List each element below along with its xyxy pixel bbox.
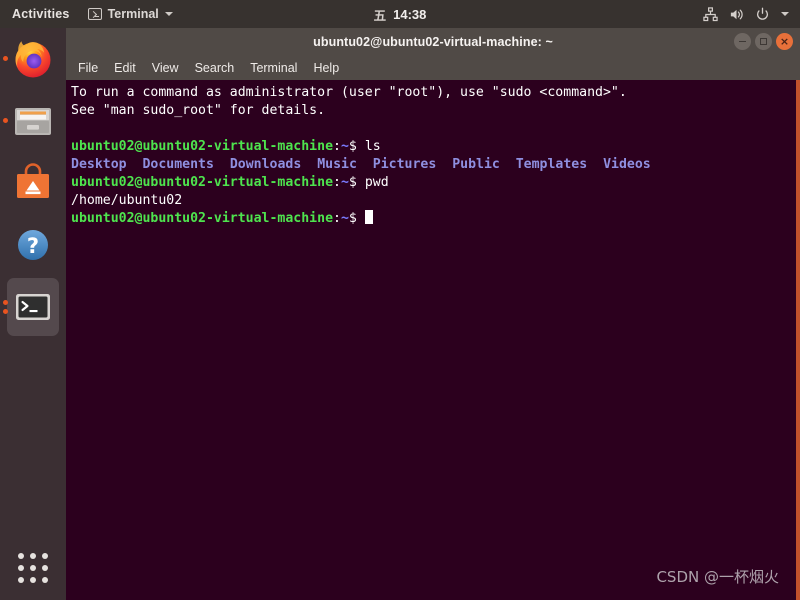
chevron-down-icon[interactable] bbox=[781, 12, 789, 16]
chevron-down-icon bbox=[164, 12, 173, 16]
files-icon bbox=[10, 98, 56, 144]
prompt-path: ~ bbox=[340, 139, 349, 154]
svg-text:?: ? bbox=[27, 234, 39, 258]
terminal-viewport[interactable]: To run a command as administrator (user … bbox=[66, 80, 800, 600]
menu-item-search[interactable]: Search bbox=[195, 61, 235, 75]
directory-entry: Public bbox=[452, 157, 500, 172]
watermark: CSDN @一杯烟火 bbox=[656, 568, 779, 586]
activities-button[interactable]: Activities bbox=[0, 0, 80, 28]
dock-item-files[interactable] bbox=[0, 90, 66, 152]
minimize-button[interactable] bbox=[734, 33, 751, 50]
directory-entry: Downloads bbox=[229, 157, 302, 172]
terminal-line: ubuntu02@ubuntu02-virtual-machine:~$ pwd bbox=[71, 175, 389, 190]
terminal-line: /home/ubuntu02 bbox=[71, 193, 183, 208]
ubuntu-software-icon bbox=[10, 160, 56, 206]
prompt-path: ~ bbox=[340, 211, 349, 226]
directory-entry: Pictures bbox=[372, 157, 437, 172]
clock-weekday: 五 bbox=[373, 7, 387, 23]
system-top-bar: Activities Terminal 五 14:38 bbox=[0, 0, 800, 28]
terminal-icon bbox=[10, 284, 56, 330]
prompt-user-host: ubuntu02@ubuntu02-virtual-machine bbox=[71, 139, 334, 154]
prompt-path: ~ bbox=[340, 175, 349, 190]
dock-item-terminal[interactable] bbox=[0, 276, 66, 338]
menu-item-edit[interactable]: Edit bbox=[114, 61, 136, 75]
menu-item-help[interactable]: Help bbox=[313, 61, 339, 75]
terminal-command: ls bbox=[364, 139, 381, 154]
grid-icon bbox=[18, 553, 48, 583]
firefox-icon bbox=[10, 36, 56, 82]
terminal-line: See "man sudo_root" for details. bbox=[71, 103, 326, 118]
terminal-cursor bbox=[364, 210, 373, 224]
running-indicator bbox=[3, 300, 8, 305]
directory-entry: Desktop bbox=[71, 157, 127, 172]
show-applications-button[interactable] bbox=[0, 544, 66, 592]
dock-item-firefox[interactable] bbox=[0, 28, 66, 90]
terminal-line: ubuntu02@ubuntu02-virtual-machine:~$ bbox=[71, 210, 796, 228]
directory-entry: Music bbox=[317, 157, 357, 172]
terminal-line: To run a command as administrator (user … bbox=[71, 85, 627, 100]
network-icon[interactable] bbox=[703, 6, 718, 22]
dock-item-help[interactable]: ? bbox=[0, 214, 66, 276]
close-button[interactable]: × bbox=[776, 33, 793, 50]
maximize-button[interactable] bbox=[755, 33, 772, 50]
dock-item-ubuntu-software[interactable] bbox=[0, 152, 66, 214]
close-icon: × bbox=[779, 35, 790, 48]
menu-item-terminal[interactable]: Terminal bbox=[250, 61, 297, 75]
running-indicator bbox=[3, 56, 8, 61]
volume-icon[interactable] bbox=[729, 7, 744, 22]
directory-entry: Videos bbox=[603, 157, 651, 172]
system-tray[interactable] bbox=[703, 0, 800, 28]
terminal-line: ubuntu02@ubuntu02-virtual-machine:~$ ls bbox=[71, 139, 381, 154]
terminal-window: ubuntu02@ubuntu02-virtual-machine: ~ × F… bbox=[66, 28, 800, 600]
menu-item-file[interactable]: File bbox=[78, 61, 98, 75]
window-titlebar[interactable]: ubuntu02@ubuntu02-virtual-machine: ~ × bbox=[66, 28, 800, 55]
power-icon[interactable] bbox=[755, 7, 770, 22]
menu-bar: File Edit View Search Terminal Help bbox=[66, 55, 800, 80]
window-title: ubuntu02@ubuntu02-virtual-machine: ~ bbox=[313, 34, 553, 49]
app-menu-terminal[interactable]: Terminal bbox=[80, 0, 181, 28]
running-indicator bbox=[3, 309, 8, 314]
terminal-output: To run a command as administrator (user … bbox=[66, 80, 796, 228]
app-menu-label: Terminal bbox=[107, 7, 159, 21]
clock-time: 14:38 bbox=[393, 6, 427, 22]
running-indicator bbox=[3, 118, 8, 123]
prompt-user-host: ubuntu02@ubuntu02-virtual-machine bbox=[71, 211, 334, 226]
prompt-user-host: ubuntu02@ubuntu02-virtual-machine bbox=[71, 175, 334, 190]
terminal-line: Desktop Documents Downloads Music Pictur… bbox=[71, 156, 796, 174]
window-controls: × bbox=[734, 28, 793, 55]
menu-item-view[interactable]: View bbox=[152, 61, 179, 75]
terminal-command: pwd bbox=[364, 175, 389, 190]
dock: ? bbox=[0, 28, 66, 600]
directory-entry: Documents bbox=[142, 157, 214, 172]
directory-entry: Templates bbox=[515, 157, 588, 172]
help-icon: ? bbox=[10, 222, 56, 268]
terminal-icon bbox=[87, 8, 102, 20]
